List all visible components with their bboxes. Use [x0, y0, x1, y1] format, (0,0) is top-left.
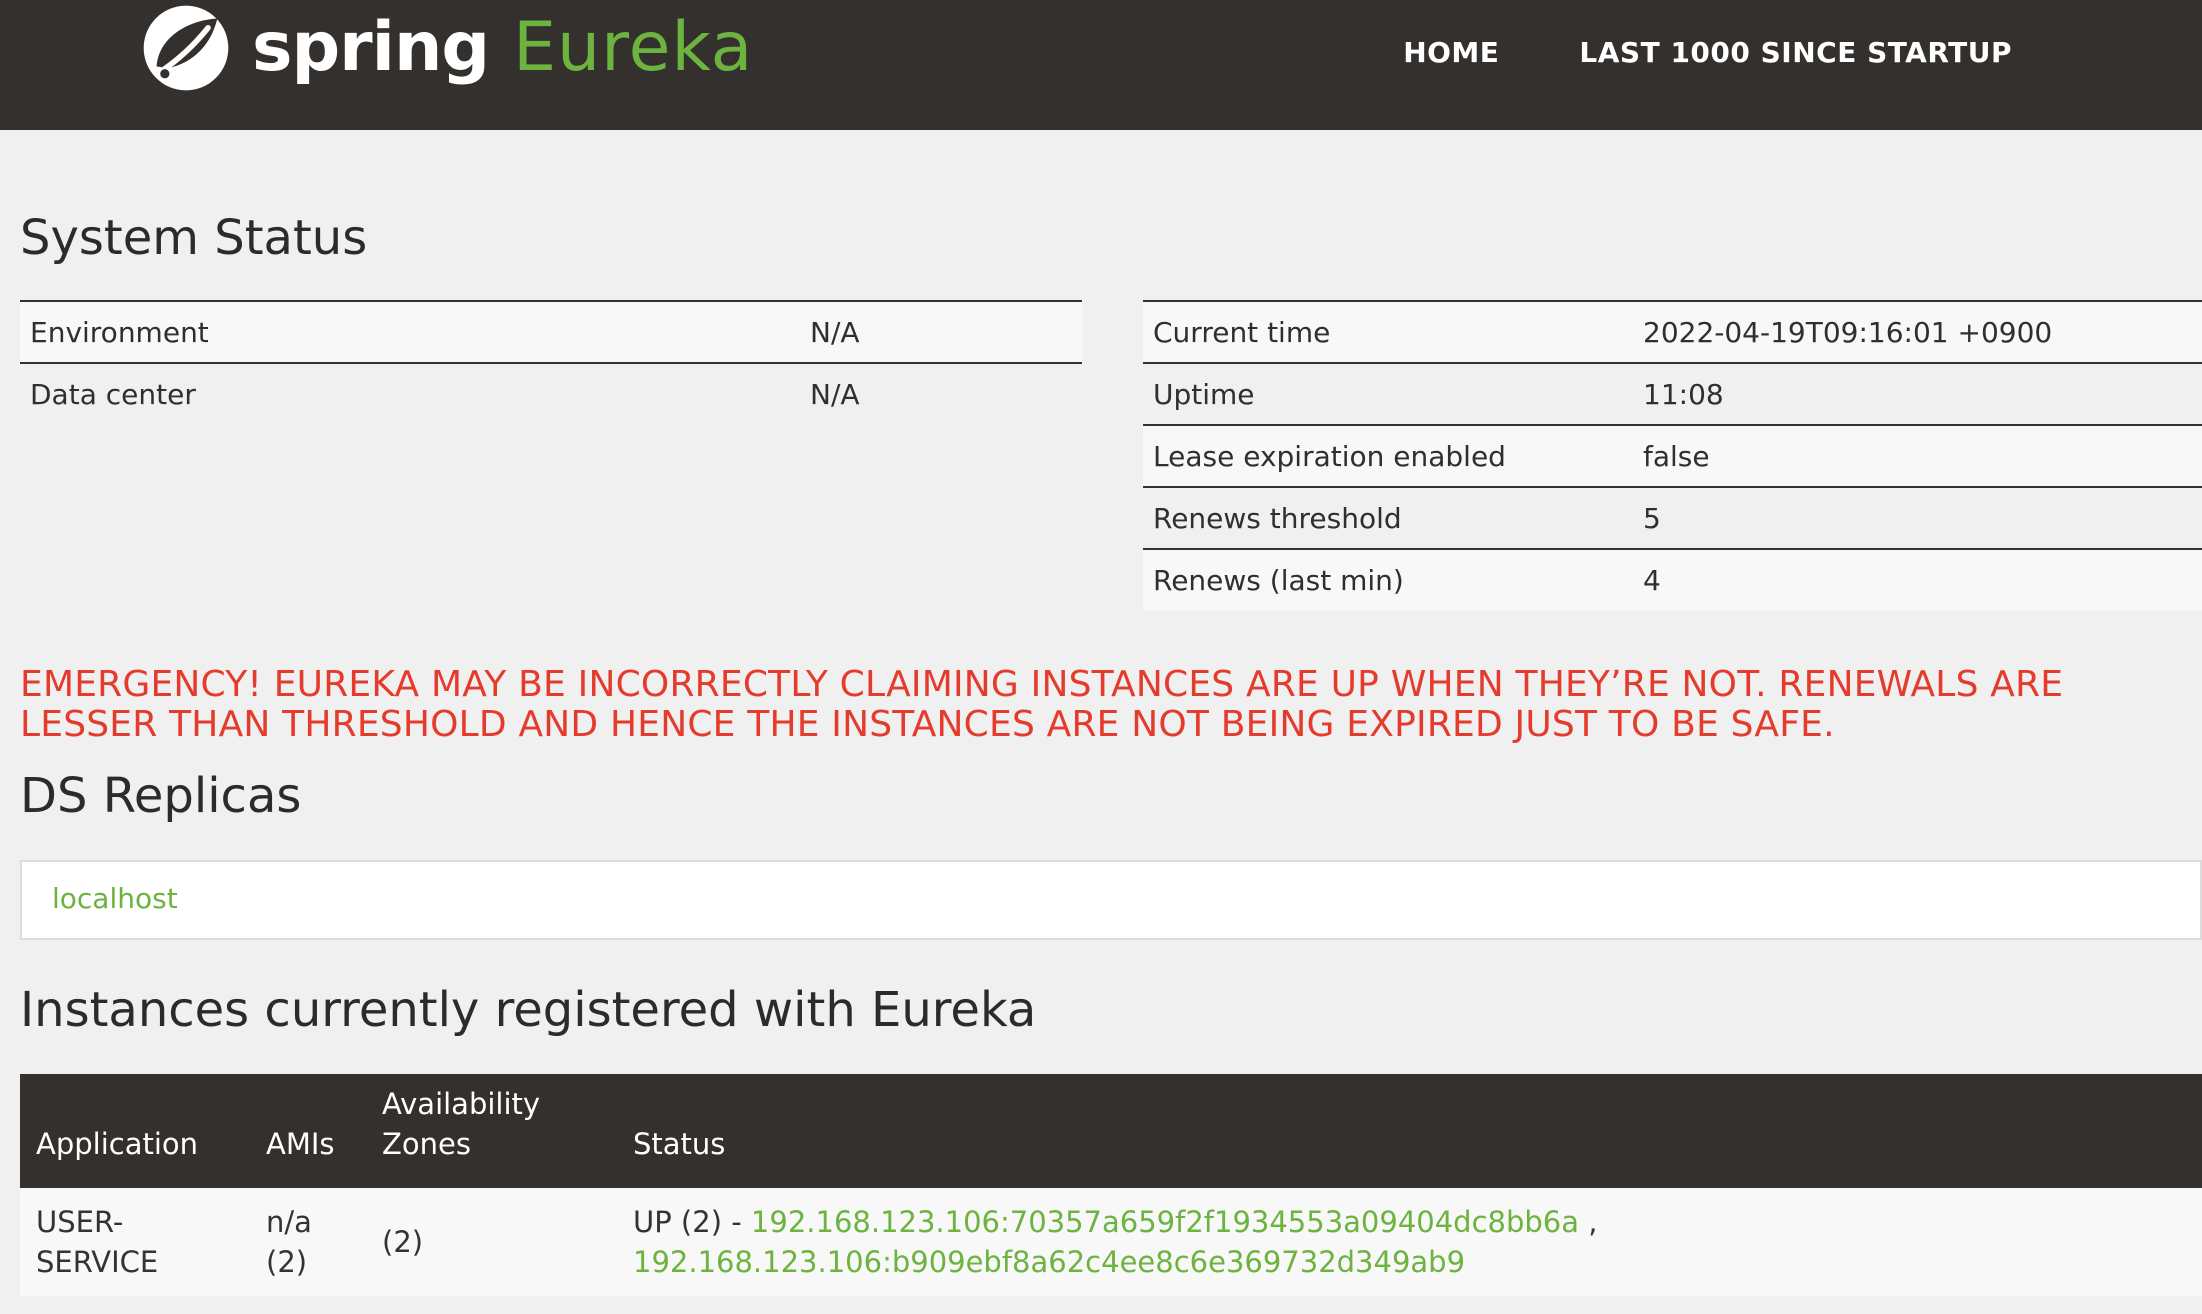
table-row: Environment N/A — [20, 300, 1082, 363]
top-navbar: spring Eureka HOME LAST 1000 SINCE START… — [0, 0, 2202, 130]
lease-expiration-label: Lease expiration enabled — [1143, 424, 1633, 487]
app-status: UP (2) - 192.168.123.106:70357a659f2f193… — [617, 1188, 2202, 1296]
system-status-title: System Status — [20, 210, 368, 266]
brand-logo[interactable]: spring Eureka — [140, 0, 753, 95]
spring-leaf-icon — [143, 5, 229, 90]
renews-threshold-value: 5 — [1633, 486, 2202, 549]
status-prefix: UP (2) - — [633, 1205, 751, 1239]
app-name: USER-SERVICE — [20, 1188, 250, 1296]
instance-link-2[interactable]: 192.168.123.106:b909ebf8a62c4ee8c6e36973… — [633, 1245, 1465, 1279]
lease-expiration-value: false — [1633, 424, 2202, 487]
renews-last-min-label: Renews (last min) — [1143, 548, 1633, 611]
table-row: Data center N/A — [20, 362, 1082, 425]
current-time-label: Current time — [1143, 300, 1633, 363]
table-row: Renews threshold 5 — [1143, 486, 2202, 549]
system-status-right-table: Current time 2022-04-19T09:16:01 +0900 U… — [1143, 300, 2202, 611]
emergency-warning: EMERGENCY! EUREKA MAY BE INCORRECTLY CLA… — [20, 664, 2064, 745]
renews-threshold-label: Renews threshold — [1143, 486, 1633, 549]
app-amis: n/a (2) — [250, 1188, 366, 1296]
table-row: Lease expiration enabled false — [1143, 424, 2202, 487]
replica-link-localhost[interactable]: localhost — [52, 882, 178, 915]
instances-header-row: Application AMIs Availability Zones Stat… — [20, 1074, 2202, 1188]
current-time-value: 2022-04-19T09:16:01 +0900 — [1633, 300, 2202, 363]
env-value: N/A — [800, 300, 1082, 363]
app-zones: (2) — [366, 1188, 617, 1296]
ds-replicas-title: DS Replicas — [20, 768, 302, 824]
system-status-left-table: Environment N/A Data center N/A — [20, 300, 1082, 425]
col-amis: AMIs — [266, 1127, 335, 1161]
env-label: Environment — [20, 300, 800, 363]
datacenter-label: Data center — [20, 362, 800, 425]
status-separator: , — [1579, 1205, 1598, 1239]
table-row: Current time 2022-04-19T09:16:01 +0900 — [1143, 300, 2202, 363]
table-row: USER-SERVICE n/a (2) (2) UP (2) - 192.16… — [20, 1188, 2202, 1296]
top-nav: HOME LAST 1000 SINCE STARTUP — [1403, 0, 2012, 105]
brand-spring-text: spring — [252, 8, 490, 87]
datacenter-value: N/A — [800, 362, 1082, 425]
table-row: Uptime 11:08 — [1143, 362, 2202, 425]
brand-eureka-text: Eureka — [513, 8, 754, 87]
ds-replicas-list: localhost — [20, 860, 2202, 940]
col-application: Application — [36, 1127, 199, 1161]
instance-link-1[interactable]: 192.168.123.106:70357a659f2f1934553a0940… — [751, 1205, 1579, 1239]
instances-title: Instances currently registered with Eure… — [20, 982, 1037, 1038]
renews-last-min-value: 4 — [1633, 548, 2202, 611]
table-row: Renews (last min) 4 — [1143, 548, 2202, 611]
nav-home[interactable]: HOME — [1403, 36, 1499, 69]
col-status: Status — [633, 1127, 726, 1161]
nav-last-1000-since-startup[interactable]: LAST 1000 SINCE STARTUP — [1579, 36, 2012, 69]
instances-table: Application AMIs Availability Zones Stat… — [20, 1074, 2202, 1296]
col-availability-zones: Availability Zones — [382, 1087, 541, 1161]
uptime-label: Uptime — [1143, 362, 1633, 425]
uptime-value: 11:08 — [1633, 362, 2202, 425]
